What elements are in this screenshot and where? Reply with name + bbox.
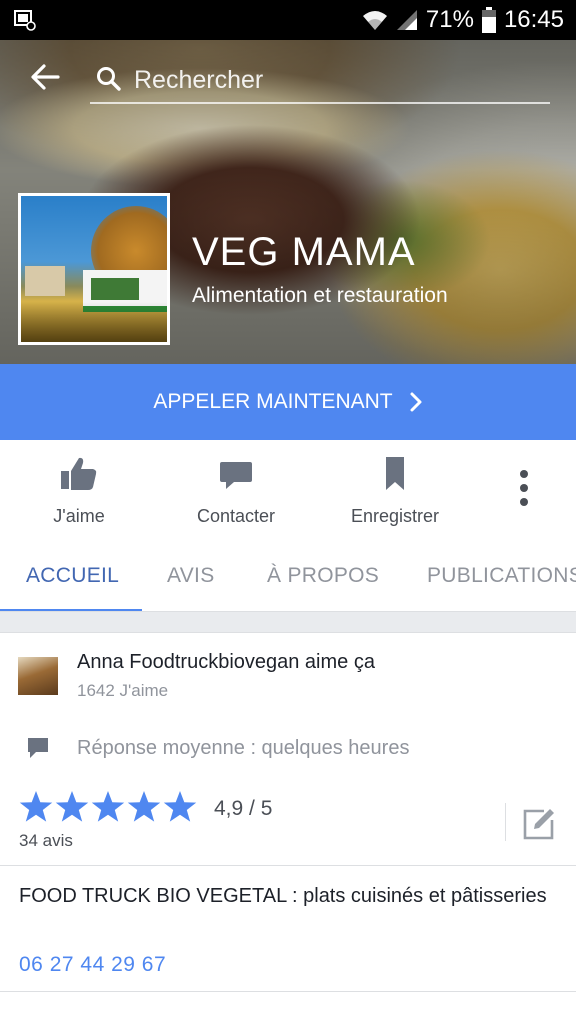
page-category: Alimentation et restauration	[192, 284, 448, 307]
like-label: J'aime	[53, 506, 105, 526]
divider	[0, 865, 576, 866]
signal-icon	[396, 10, 417, 30]
battery-icon	[481, 7, 496, 33]
star-icon	[19, 791, 53, 822]
write-review-icon[interactable]	[522, 807, 556, 841]
info-card: Anna Foodtruckbiovegan aime ça 1642 J'ai…	[0, 632, 576, 1024]
bookmark-icon	[386, 457, 404, 490]
save-button[interactable]: Enregistrer	[325, 454, 465, 527]
contact-label: Contacter	[196, 506, 276, 526]
star-icon	[55, 791, 89, 822]
likes-count: 1642 J'aime	[77, 681, 169, 700]
rating-value: 4,9 / 5	[214, 797, 273, 820]
like-button[interactable]: J'aime	[9, 454, 149, 527]
divider	[0, 991, 576, 992]
action-row: J'aime Contacter Enregistrer	[0, 440, 576, 542]
call-now-button[interactable]: APPELER MAINTENANT	[0, 364, 576, 440]
more-options-icon[interactable]	[508, 468, 540, 508]
battery-level: 71%	[425, 6, 474, 33]
search-input[interactable]	[134, 62, 534, 98]
tab-avis[interactable]: AVIS	[167, 564, 215, 588]
friend-avatar[interactable]	[18, 657, 58, 695]
friend-likes-text[interactable]: Anna Foodtruckbiovegan aime ça	[77, 651, 375, 674]
search-icon	[97, 67, 121, 91]
chevron-right-icon	[410, 392, 422, 412]
active-tab-indicator	[0, 609, 142, 611]
star-icon	[163, 791, 197, 822]
back-arrow-icon[interactable]	[28, 60, 62, 94]
search-bar[interactable]	[90, 58, 550, 104]
contact-button[interactable]: Contacter	[166, 454, 306, 527]
tab-accueil[interactable]: ACCUEIL	[26, 564, 119, 588]
save-label: Enregistrer	[350, 506, 440, 526]
star-icon	[127, 791, 161, 822]
reviews-count[interactable]: 34 avis	[19, 831, 73, 851]
notification-icon	[14, 10, 36, 31]
response-message-icon	[28, 738, 48, 758]
thumbs-up-icon	[61, 457, 97, 490]
top-bar	[0, 40, 576, 112]
star-icon	[91, 791, 125, 822]
phone-link[interactable]: 06 27 44 29 67	[19, 953, 166, 977]
tab-a-propos[interactable]: À PROPOS	[267, 564, 379, 588]
page-description: FOOD TRUCK BIO VEGETAL : plats cuisinés …	[19, 885, 547, 907]
profile-picture[interactable]	[18, 193, 170, 345]
message-icon	[220, 462, 252, 489]
wifi-icon	[362, 11, 387, 30]
clock: 16:45	[503, 6, 564, 33]
tab-publications[interactable]: PUBLICATIONS	[427, 564, 576, 588]
tab-bar: ACCUEIL AVIS À PROPOS PUBLICATIONS	[0, 542, 576, 612]
rating-stars[interactable]	[18, 789, 198, 825]
response-time: Réponse moyenne : quelques heures	[77, 737, 410, 759]
call-now-label: APPELER MAINTENANT	[153, 390, 393, 413]
status-bar: 71% 16:45	[0, 0, 576, 40]
page-title: VEG MAMA	[192, 230, 416, 274]
profile-picture-building	[25, 266, 65, 296]
facebook-page-screen: 71% 16:45 Rechercher VEG MAMA Alimentati…	[0, 0, 576, 1024]
divider	[505, 803, 506, 841]
